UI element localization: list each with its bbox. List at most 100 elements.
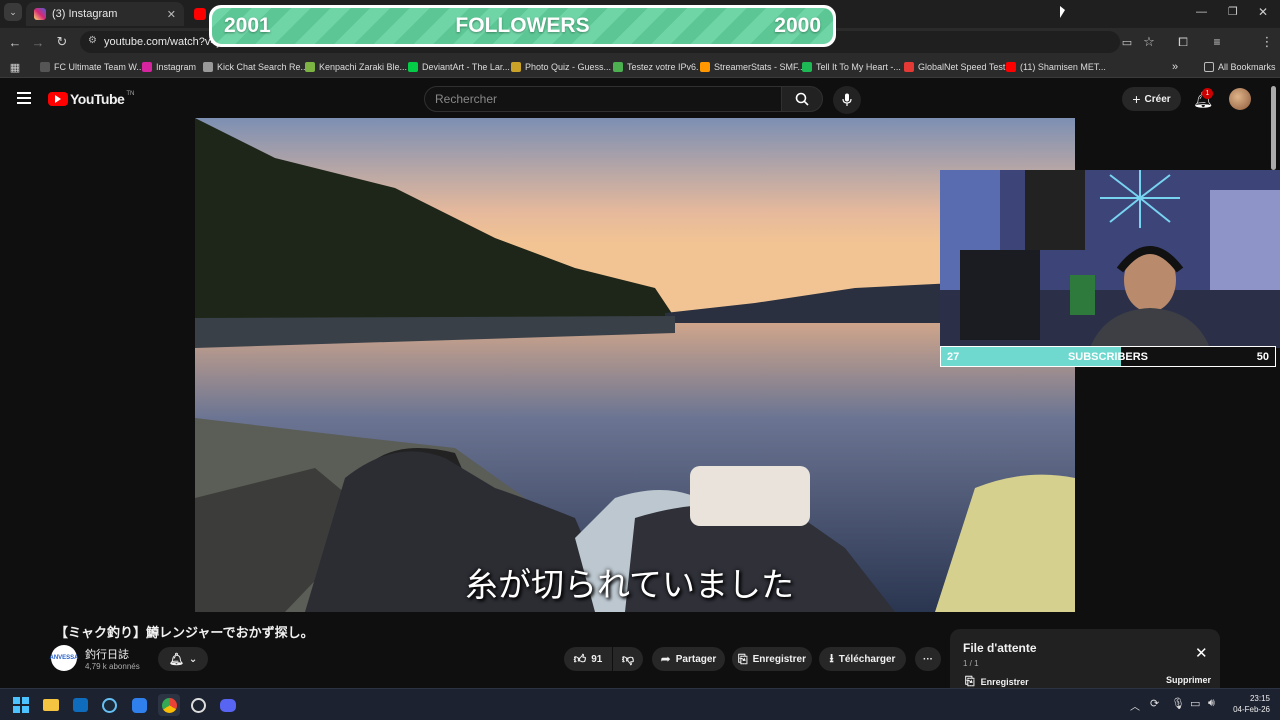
bookmark-item[interactable]: Testez votre IPv6. [613,60,699,74]
site-info-icon[interactable]: ⚙ [88,35,97,46]
bookmark-item[interactable]: GlobalNet Speed Test [904,60,1005,74]
extensions-icon[interactable]: ⧠ [1172,31,1194,53]
bookmarks-bar: ▦ FC Ultimate Team W... Instagram Kick C… [0,56,1280,78]
outlook-icon[interactable] [69,694,91,716]
channel-name[interactable]: 釣行日誌 [85,646,129,662]
hamburger-menu-icon[interactable] [17,92,31,104]
bookmark-label: DeviantArt - The Lar... [422,62,510,72]
media-controls-icon[interactable]: ≡ [1206,31,1228,53]
voice-search-button[interactable] [833,86,861,114]
bookmark-star-icon[interactable]: ☆ [1138,31,1160,53]
queue-save-button[interactable]: ⎘ Enregistrer [965,674,1029,689]
close-queue-icon[interactable]: ✕ [1195,644,1208,662]
download-button[interactable]: ⭳ Télécharger [819,647,906,671]
followers-goal-overlay: 2001 FOLLOWERS 2000 [209,5,836,47]
discord-icon[interactable] [217,694,239,716]
bookmark-favicon-icon [142,62,152,72]
chrome-profile-icon[interactable] [187,694,209,716]
minimize-icon[interactable]: — [1196,6,1207,18]
windows-start-icon[interactable] [10,694,32,716]
show-hidden-icons-icon[interactable]: ︿ [1130,698,1140,713]
save-label: Enregistrer [752,653,806,665]
create-button[interactable]: + Créer [1122,87,1181,111]
all-bookmarks-label: All Bookmarks [1218,62,1276,72]
queue-delete-button[interactable]: Supprimer [1166,675,1211,685]
bookmark-label: Kenpachi Zaraki Ble... [319,62,408,72]
followers-current: 2001 [224,14,271,37]
bookmark-label: Kick Chat Search Re... [217,62,309,72]
more-actions-button[interactable]: ··· [915,647,941,671]
bookmark-item[interactable]: Kick Chat Search Re... [203,60,308,74]
apps-grid-icon[interactable]: ▦ [4,56,26,78]
subscribed-bell-button[interactable]: 🔔︎ ⌄ [158,647,208,671]
folder-icon [1204,62,1214,72]
queue-save-label: Enregistrer [980,676,1029,687]
youtube-logo[interactable]: YouTube TN [48,91,134,107]
bookmark-label: (11) Shamisen MET... [1020,62,1106,72]
back-icon[interactable]: ← [4,31,26,53]
network-icon[interactable]: ▭ [1190,697,1200,710]
video-title: 【ミャク釣り】鱒レンジャーでおかず探し。 [55,625,314,640]
close-window-icon[interactable]: ✕ [1258,5,1268,19]
menu-dots-icon[interactable]: ⋮ [1256,31,1278,53]
chrome-icon[interactable] [158,694,180,716]
bookmark-item[interactable]: StreamerStats - SMF... [700,60,805,74]
save-button[interactable]: ⎘ Enregistrer [732,647,812,671]
bookmark-label: Instagram [156,62,197,72]
account-avatar[interactable] [1229,88,1251,110]
bookmark-label: FC Ultimate Team W... [54,62,144,72]
share-button[interactable]: ➦ Partager [652,647,725,671]
clock[interactable]: 23:15 04-Feb-26 [1230,693,1270,715]
bookmark-item[interactable]: Photo Quiz - Guess... [511,60,611,74]
bookmark-label: Photo Quiz - Guess... [525,62,612,72]
search-input[interactable]: Rechercher [424,86,782,112]
bookmark-favicon-icon [40,62,50,72]
tab-title: (3) Instagram [52,8,118,20]
bookmark-item[interactable]: Kenpachi Zaraki Ble... [305,60,407,74]
microphone-tray-icon[interactable]: 🎙︎ [1171,697,1185,710]
more-horizontal-icon: ··· [923,653,933,665]
page-scrollbar[interactable] [1271,86,1276,170]
webcam-feed [940,170,1280,348]
logo-text: YouTube [70,91,125,107]
bookmark-item[interactable]: (11) Shamisen MET... [1006,60,1106,74]
restore-icon[interactable]: ❐ [1228,5,1238,18]
download-icon: ⭳ [829,650,834,665]
bookmark-item[interactable]: FC Ultimate Team W... [40,60,144,74]
reload-icon[interactable]: ↻ [51,31,73,53]
bookmark-favicon-icon [613,62,623,72]
microphone-icon [842,93,852,106]
more-bookmarks-icon[interactable]: » [1172,60,1178,74]
sync-icon[interactable]: ⟳ [1150,697,1159,710]
share-icon: ➦ [660,652,671,666]
bookmark-item[interactable]: Instagram [142,60,196,74]
bookmark-favicon-icon [203,62,213,72]
bookmark-item[interactable]: Tell It To My Heart -... [802,60,901,74]
steam-icon[interactable] [98,694,120,716]
bookmark-favicon-icon [700,62,710,72]
app-icon[interactable] [128,694,150,716]
like-button[interactable]: 👍︎ 91 [564,647,612,671]
tab-search-button[interactable]: ⌄ [4,3,22,21]
bookmark-favicon-icon [904,62,914,72]
volume-icon[interactable]: 🔊︎ [1208,697,1215,710]
followers-label: FOLLOWERS [455,14,590,37]
search-button[interactable] [781,86,823,112]
dislike-button[interactable]: 👎︎ [613,647,643,671]
tab-instagram[interactable]: (3) Instagram ✕ [26,2,184,26]
bookmark-favicon-icon [408,62,418,72]
bell-icon: 🔔︎ [168,652,184,666]
all-bookmarks-folder[interactable]: All Bookmarks [1204,60,1276,74]
file-explorer-icon[interactable] [40,694,62,716]
windows-taskbar: ︿ ⟳ 🎙︎ ▭ 🔊︎ 23:15 04-Feb-26 [0,688,1280,720]
queue-title: File d'attente [963,641,1037,655]
channel-avatar[interactable]: ANVESSA [50,645,79,671]
forward-icon[interactable]: → [27,31,49,53]
subscribers-goal: 50 [1256,350,1269,363]
clock-time: 23:15 [1249,694,1270,703]
tab-close-icon[interactable]: ✕ [167,8,176,21]
bookmark-label: Testez votre IPv6. [627,62,699,72]
mouse-cursor-icon [1060,6,1065,18]
bookmark-item[interactable]: DeviantArt - The Lar... [408,60,510,74]
notification-badge: 1 [1202,88,1213,99]
